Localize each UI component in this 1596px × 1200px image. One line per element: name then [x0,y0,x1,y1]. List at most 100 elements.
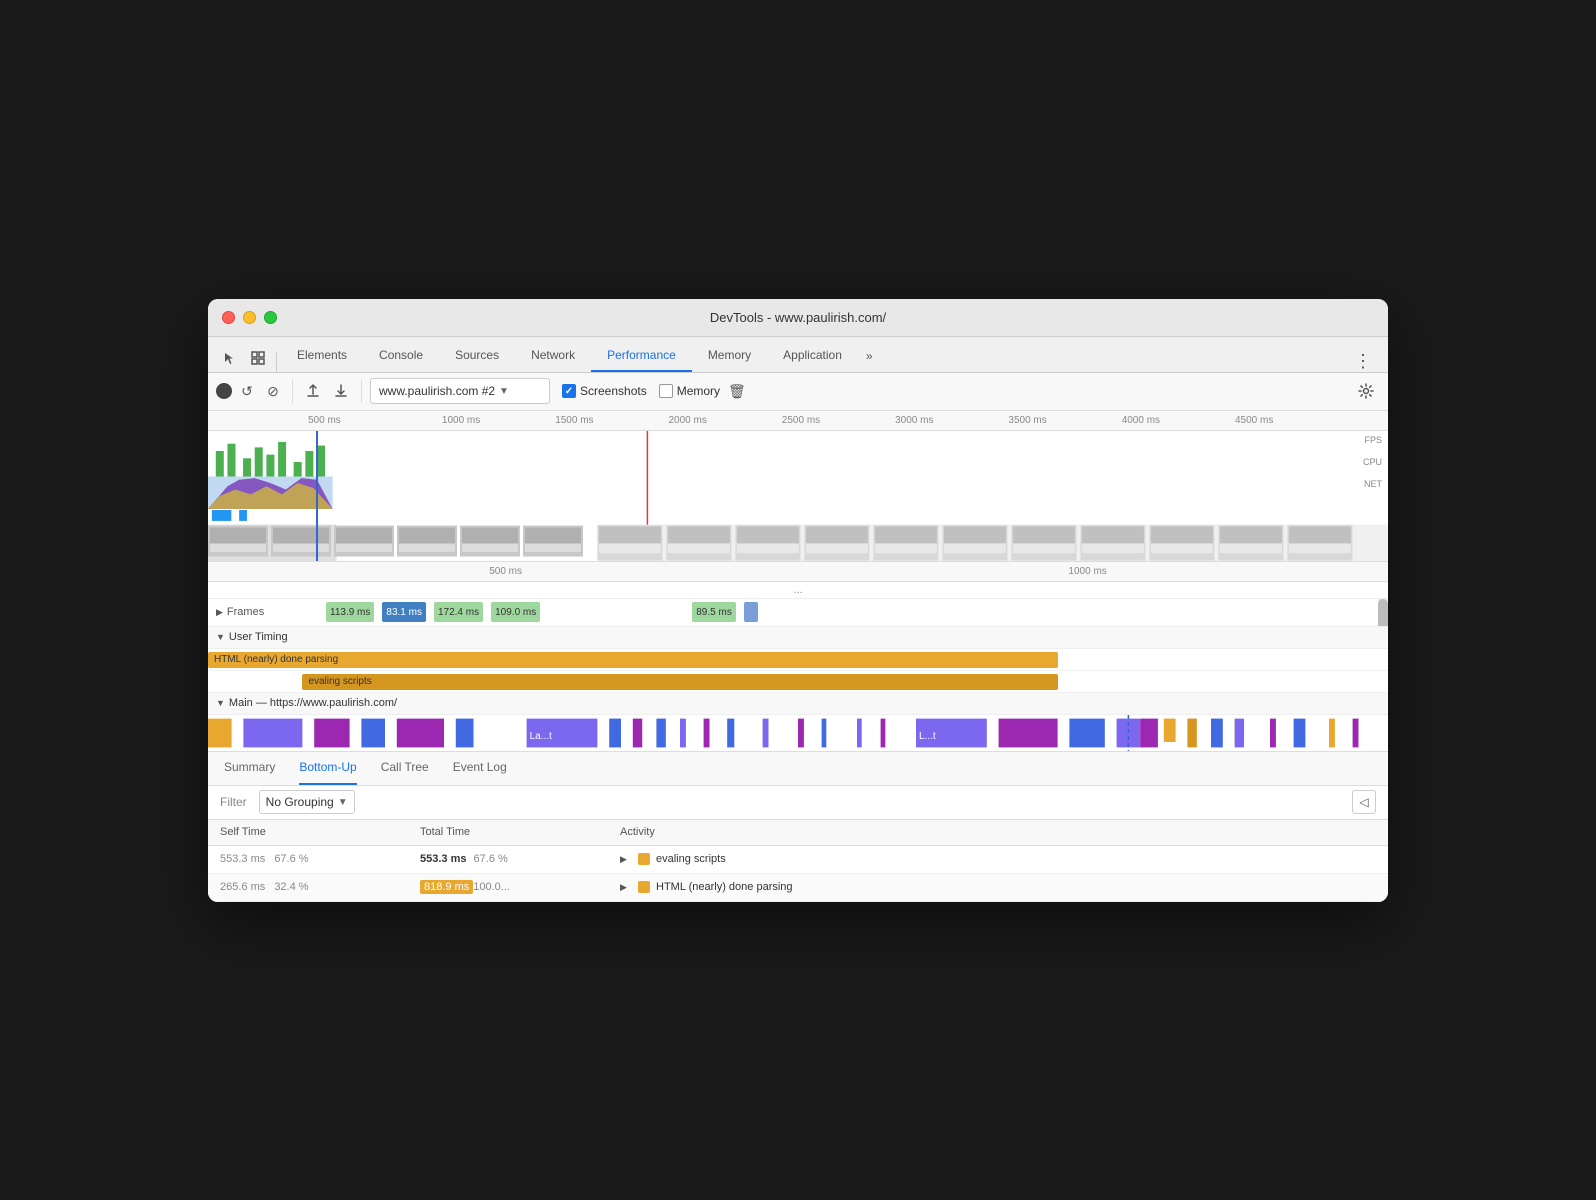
ruler-1000ms: 1000 ms [442,415,480,426]
mini-ruler: 500 ms 1000 ms [208,561,1388,581]
url-selector[interactable]: www.paulirish.com #2 ▼ [370,378,550,404]
tab-sources[interactable]: Sources [439,340,515,372]
ruler-4000ms: 4000 ms [1122,415,1160,426]
timing-bar-html-row: HTML (nearly) done parsing [208,649,1388,671]
cursor-icon[interactable] [216,344,244,372]
stop-button[interactable]: ⊘ [262,380,284,402]
total-time-pct-1: 67.6 % [474,853,508,865]
total-time-overflow-2: 100.0... [473,881,510,893]
analysis-tabs: Summary Bottom-Up Call Tree Event Log [208,752,1388,786]
self-time-pct-1: 67.6 % [274,853,308,865]
toolbar-separator-3 [361,379,362,403]
screenshots-label[interactable]: Screenshots [580,384,647,398]
mini-ruler-1000: 1000 ms [1068,566,1106,577]
tab-application[interactable]: Application [767,340,858,372]
total-time-val-1: 553.3 ms [420,853,466,865]
table-header: Self Time Total Time Activity [208,820,1388,846]
ruler-2000ms: 2000 ms [669,415,707,426]
table-row-1[interactable]: 553.3 ms 67.6 % 553.3 ms 67.6 % ▶ evalin… [208,846,1388,874]
activity-1: ▶ evaling scripts [608,853,1388,865]
frame-4: 109.0 ms [491,602,540,622]
ruler-1500ms: 1500 ms [555,415,593,426]
grouping-toggle-button[interactable]: ◁ [1352,790,1376,814]
frames-title: Frames [227,606,264,618]
url-value: www.paulirish.com #2 [379,384,495,398]
timing-bar-html[interactable]: HTML (nearly) done parsing [208,652,1058,668]
record-button[interactable] [216,383,232,399]
ruler-500ms: 500 ms [308,415,341,426]
timeline-overview: FPS CPU NET [208,431,1388,561]
tab-memory[interactable]: Memory [692,340,767,372]
ruler-2500ms: 2500 ms [782,415,820,426]
activity-cell-1: ▶ evaling scripts [620,853,1376,865]
memory-checkbox[interactable] [659,384,673,398]
frame-5: 89.5 ms [692,602,736,622]
total-time-highlight-2: 818.9 ms [420,880,473,894]
tab-menu-icon[interactable]: ⋮ [1346,351,1380,372]
timing-bar-eval[interactable]: evaling scripts [302,674,1057,690]
window-title: DevTools - www.paulirish.com/ [710,310,886,325]
scrollbar-thumb[interactable] [1378,599,1388,627]
table-row-2[interactable]: 265.6 ms 32.4 % 818.9 ms100.0... ▶ HTML … [208,874,1388,902]
net-label: NET [1363,479,1382,489]
grouping-value: No Grouping [266,795,334,809]
frame-2: 83.1 ms [382,602,426,622]
toggle-icon: ◁ [1359,795,1368,809]
activity-cell-2: ▶ HTML (nearly) done parsing [620,881,1376,893]
vertical-scrollbar[interactable] [1378,599,1388,626]
frame-6 [744,602,758,622]
screenshots-checkbox-group: Screenshots [562,384,647,398]
tab-bar: Elements Console Sources Network Perform… [208,337,1388,373]
tab-more[interactable]: » [858,340,881,372]
tab-console[interactable]: Console [363,340,439,372]
expand-icon-1[interactable]: ▶ [620,854,632,865]
tab-performance[interactable]: Performance [591,340,692,372]
download-button[interactable] [329,379,353,403]
settings-button[interactable] [1352,377,1380,405]
close-button[interactable] [222,311,235,324]
cpu-label: CPU [1363,457,1382,467]
expand-icon-2[interactable]: ▶ [620,882,632,893]
upload-button[interactable] [301,379,325,403]
timing-bar-eval-row: evaling scripts [208,671,1388,693]
frames-expand-icon[interactable]: ▶ [216,607,223,618]
timing-bar-html-label: HTML (nearly) done parsing [214,654,338,665]
inspect-icon[interactable] [244,344,272,372]
main-expand-icon[interactable]: ▼ [216,698,225,708]
tab-bottom-up[interactable]: Bottom-Up [299,751,356,785]
self-time-pct-2: 32.4 % [274,881,308,893]
frames-label: ▶ Frames [216,606,316,618]
activity-name-2: HTML (nearly) done parsing [656,881,793,893]
col-header-activity: Activity [608,826,1388,838]
record-toolbar: ↺ ⊘ www.paulirish.com #2 ▼ Screenshots [208,373,1388,411]
main-thread-label: Main — https://www.paulirish.com/ [229,697,397,709]
user-timing-header: ▼ User Timing [208,627,1388,649]
tab-summary[interactable]: Summary [224,751,275,785]
more-indicator: ... [208,582,1388,599]
frames-row: ▶ Frames 113.9 ms 83.1 ms 172.4 ms 109.0… [208,599,1388,627]
tab-event-log[interactable]: Event Log [453,751,507,785]
minimize-button[interactable] [243,311,256,324]
self-time-val-1: 553.3 ms [220,853,265,865]
timeline-area: 500 ms 1000 ms 1500 ms 2000 ms 2500 ms 3… [208,411,1388,582]
activity-color-2 [638,881,650,893]
col-header-total-time: Total Time [408,826,608,838]
trash-button[interactable]: 🗑 [728,383,746,400]
user-timing-expand-icon[interactable]: ▼ [216,632,225,642]
timeline-right-labels: FPS CPU NET [1363,435,1382,489]
total-time-2: 818.9 ms100.0... [408,880,608,894]
title-bar: DevTools - www.paulirish.com/ [208,299,1388,337]
tab-network[interactable]: Network [515,340,591,372]
self-time-val-2: 265.6 ms [220,881,265,893]
reload-button[interactable]: ↺ [236,380,258,402]
grouping-select[interactable]: No Grouping ▼ [259,790,355,814]
grouping-arrow-icon: ▼ [338,797,348,808]
ruler-3000ms: 3000 ms [895,415,933,426]
tab-elements[interactable]: Elements [281,340,363,372]
flame-chart-area[interactable]: ... ▶ Frames 113.9 ms 83.1 ms 172.4 ms 1… [208,582,1388,752]
maximize-button[interactable] [264,311,277,324]
activity-2: ▶ HTML (nearly) done parsing [608,881,1388,893]
screenshots-checkbox[interactable] [562,384,576,398]
tab-call-tree[interactable]: Call Tree [381,751,429,785]
memory-label[interactable]: Memory [677,384,720,398]
